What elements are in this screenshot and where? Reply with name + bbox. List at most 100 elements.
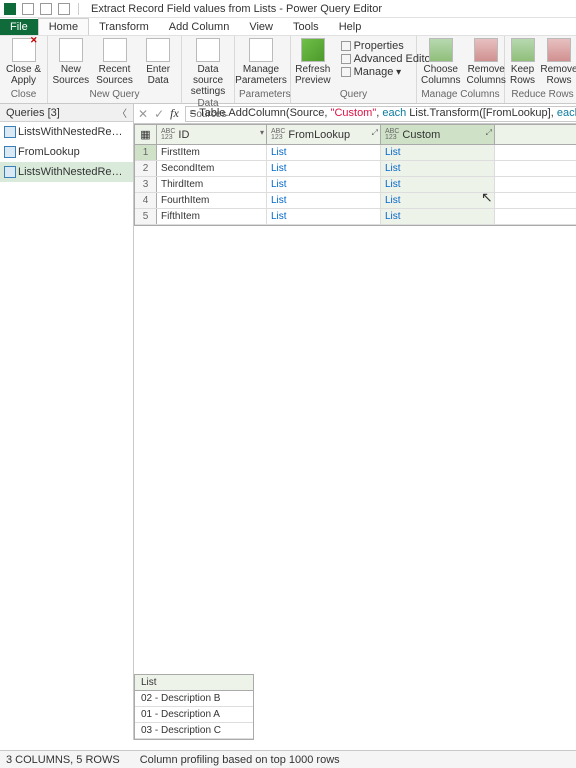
type-any-icon: ABC123	[161, 129, 175, 140]
cell-fromlookup[interactable]: List	[267, 177, 381, 192]
table-row[interactable]: 1FirstItemListList	[135, 145, 576, 161]
group-newquery-label: New Query	[52, 88, 177, 101]
parameters-icon	[249, 38, 273, 62]
keep-rows-button[interactable]: Keep Rows	[509, 38, 536, 86]
group-manage-columns-label: Manage Columns	[421, 88, 500, 101]
cell-custom[interactable]: List	[381, 209, 495, 224]
queries-header-label: Queries [3]	[6, 107, 60, 119]
table-row[interactable]: 4FourthItemListList	[135, 193, 576, 209]
tab-transform[interactable]: Transform	[89, 19, 159, 35]
data-source-icon	[196, 38, 220, 62]
formula-bar[interactable]: = Table.AddColumn(Source, "Custom", each…	[185, 106, 576, 122]
recent-sources-button[interactable]: Recent Sources	[96, 38, 134, 86]
enter-data-button[interactable]: Enter Data	[139, 38, 177, 86]
group-close-label: Close	[4, 88, 43, 101]
recent-icon	[103, 38, 127, 62]
status-profiling: Column profiling based on top 1000 rows	[140, 754, 340, 766]
close-icon	[12, 38, 36, 62]
detail-row[interactable]: 01 - Description A	[135, 707, 253, 723]
formula-commit-icon[interactable]: ✓	[154, 107, 164, 121]
tab-file[interactable]: File	[0, 19, 38, 35]
type-any-icon: ABC123	[271, 129, 285, 140]
column-filter-icon[interactable]: ▾	[260, 128, 264, 137]
enter-data-icon	[146, 38, 170, 62]
fx-icon[interactable]: fx	[170, 106, 179, 121]
formula-cancel-icon[interactable]: ✕	[138, 107, 148, 121]
queries-panel: Queries [3] 〈 ListsWithNestedRecordsFrom…	[0, 104, 134, 740]
cell-id[interactable]: ThirdItem	[157, 177, 267, 192]
cell-custom[interactable]: List	[381, 161, 495, 176]
new-sources-button[interactable]: New Sources	[52, 38, 90, 86]
cell-id[interactable]: FifthItem	[157, 209, 267, 224]
close-apply-button[interactable]: Close & Apply	[4, 38, 43, 86]
row-number[interactable]: 4	[135, 193, 157, 208]
formula-text: = Table.AddColumn(Source,	[190, 107, 331, 119]
cell-custom[interactable]: List	[381, 177, 495, 192]
window-title: Extract Record Field values from Lists -…	[91, 3, 382, 15]
remove-columns-button[interactable]: Remove Columns	[466, 38, 505, 86]
choose-columns-button[interactable]: Choose Columns	[421, 38, 460, 86]
remove-rows-icon	[547, 38, 571, 62]
collapse-icon[interactable]: 〈	[117, 105, 127, 120]
cell-id[interactable]: FirstItem	[157, 145, 267, 160]
cell-fromlookup[interactable]: List	[267, 145, 381, 160]
expand-icon[interactable]: ⤢	[486, 128, 492, 138]
separator	[78, 3, 79, 15]
tab-add-column[interactable]: Add Column	[159, 19, 240, 35]
table-row[interactable]: 5FifthItemListList	[135, 209, 576, 225]
query-item[interactable]: ListsWithNestedRecords	[0, 122, 133, 142]
detail-row[interactable]: 02 - Description B	[135, 691, 253, 707]
redo-icon[interactable]	[58, 3, 70, 15]
row-number[interactable]: 5	[135, 209, 157, 224]
refresh-preview-button[interactable]: Refresh Preview	[295, 38, 331, 86]
cell-id[interactable]: SecondItem	[157, 161, 267, 176]
row-number[interactable]: 1	[135, 145, 157, 160]
cell-custom[interactable]: List	[381, 145, 495, 160]
advanced-editor-icon	[341, 54, 351, 64]
keep-rows-icon	[511, 38, 535, 62]
tab-view[interactable]: View	[239, 19, 283, 35]
group-parameters-label: Parameters	[239, 88, 286, 101]
choose-columns-icon	[429, 38, 453, 62]
column-header-fromlookup[interactable]: ABC123FromLookup⤢	[267, 125, 381, 144]
query-item[interactable]: FromLookup	[0, 142, 133, 162]
group-reduce-rows-label: Reduce Rows	[509, 88, 576, 101]
cell-fromlookup[interactable]: List	[267, 209, 381, 224]
column-header-custom[interactable]: ABC123Custom⤢	[381, 125, 495, 144]
new-source-icon	[59, 38, 83, 62]
query-item[interactable]: ListsWithNestedRecords (2)	[0, 162, 133, 182]
undo-icon[interactable]	[40, 3, 52, 15]
queries-header[interactable]: Queries [3] 〈	[0, 104, 133, 122]
table-row[interactable]: 2SecondItemListList	[135, 161, 576, 177]
table-row[interactable]: 3ThirdItemListList	[135, 177, 576, 193]
type-any-icon: ABC123	[385, 129, 399, 140]
cell-fromlookup[interactable]: List	[267, 193, 381, 208]
manage-icon	[341, 67, 351, 77]
manage-parameters-button[interactable]: Manage Parameters	[239, 38, 283, 86]
group-query-label: Query	[295, 88, 412, 101]
properties-icon	[341, 41, 351, 51]
column-header-id[interactable]: ABC123ID▾	[157, 125, 267, 144]
remove-columns-icon	[474, 38, 498, 62]
expand-icon[interactable]: ⤢	[372, 128, 378, 138]
formula-keyword: each	[382, 107, 406, 119]
table-options-button[interactable]: ▦	[135, 125, 157, 144]
tab-help[interactable]: Help	[329, 19, 372, 35]
cell-custom[interactable]: List	[381, 193, 495, 208]
cell-id[interactable]: FourthItem	[157, 193, 267, 208]
row-number[interactable]: 3	[135, 177, 157, 192]
app-icon	[4, 3, 16, 15]
cell-fromlookup[interactable]: List	[267, 161, 381, 176]
formula-string: "Custom"	[331, 107, 377, 119]
refresh-icon	[301, 38, 325, 62]
detail-header: List	[135, 675, 253, 691]
row-number[interactable]: 2	[135, 161, 157, 176]
data-grid: ▦ ABC123ID▾ ABC123FromLookup⤢ ABC123Cust…	[134, 124, 576, 226]
tab-home[interactable]: Home	[38, 18, 89, 35]
status-columns-rows: 3 COLUMNS, 5 ROWS	[6, 754, 120, 766]
remove-rows-button[interactable]: Remove Rows	[542, 38, 576, 86]
tab-tools[interactable]: Tools	[283, 19, 329, 35]
data-source-settings-button[interactable]: Data source settings	[186, 38, 230, 97]
detail-row[interactable]: 03 - Description C	[135, 723, 253, 739]
save-icon[interactable]	[22, 3, 34, 15]
